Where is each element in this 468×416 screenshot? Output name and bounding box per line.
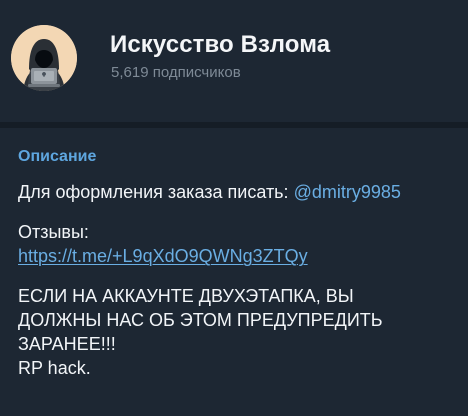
- reviews-link[interactable]: https://t.me/+L9qXdO9QWNg3ZTQy: [18, 246, 308, 266]
- telegram-channel-info-screen: Искусство Взлома 5,619 подписчиков Описа…: [0, 0, 468, 416]
- subscriber-count: 5,619 подписчиков: [111, 64, 241, 81]
- channel-info-section: Описание Для оформления заказа писать: @…: [0, 128, 468, 416]
- order-contact-text: Для оформления заказа писать:: [18, 182, 294, 202]
- warning-line-2: ДОЛЖНЫ НАС ОБ ЭТОМ ПРЕДУПРЕДИТЬ: [18, 310, 383, 330]
- warning-line-3: ЗАРАНЕЕ!!!: [18, 334, 116, 354]
- channel-header: Искусство Взлома 5,619 подписчиков: [0, 0, 468, 122]
- channel-description: Для оформления заказа писать: @dmitry998…: [18, 180, 456, 380]
- order-contact-line: Для оформления заказа писать: @dmitry998…: [18, 180, 456, 204]
- channel-title: Искусство Взлома: [110, 31, 331, 58]
- reviews-link-line: https://t.me/+L9qXdO9QWNg3ZTQy: [18, 244, 456, 268]
- hooded-hacker-laptop-icon: [11, 25, 77, 91]
- signature-text: RP hack.: [18, 358, 91, 378]
- channel-avatar[interactable]: [11, 25, 77, 91]
- contact-mention-link[interactable]: @dmitry9985: [294, 182, 401, 202]
- reviews-label: Отзывы:: [18, 222, 89, 242]
- description-heading: Описание: [18, 148, 97, 165]
- warning-line-1: ЕСЛИ НА АККАУНТЕ ДВУХЭТАПКА, ВЫ: [18, 286, 354, 306]
